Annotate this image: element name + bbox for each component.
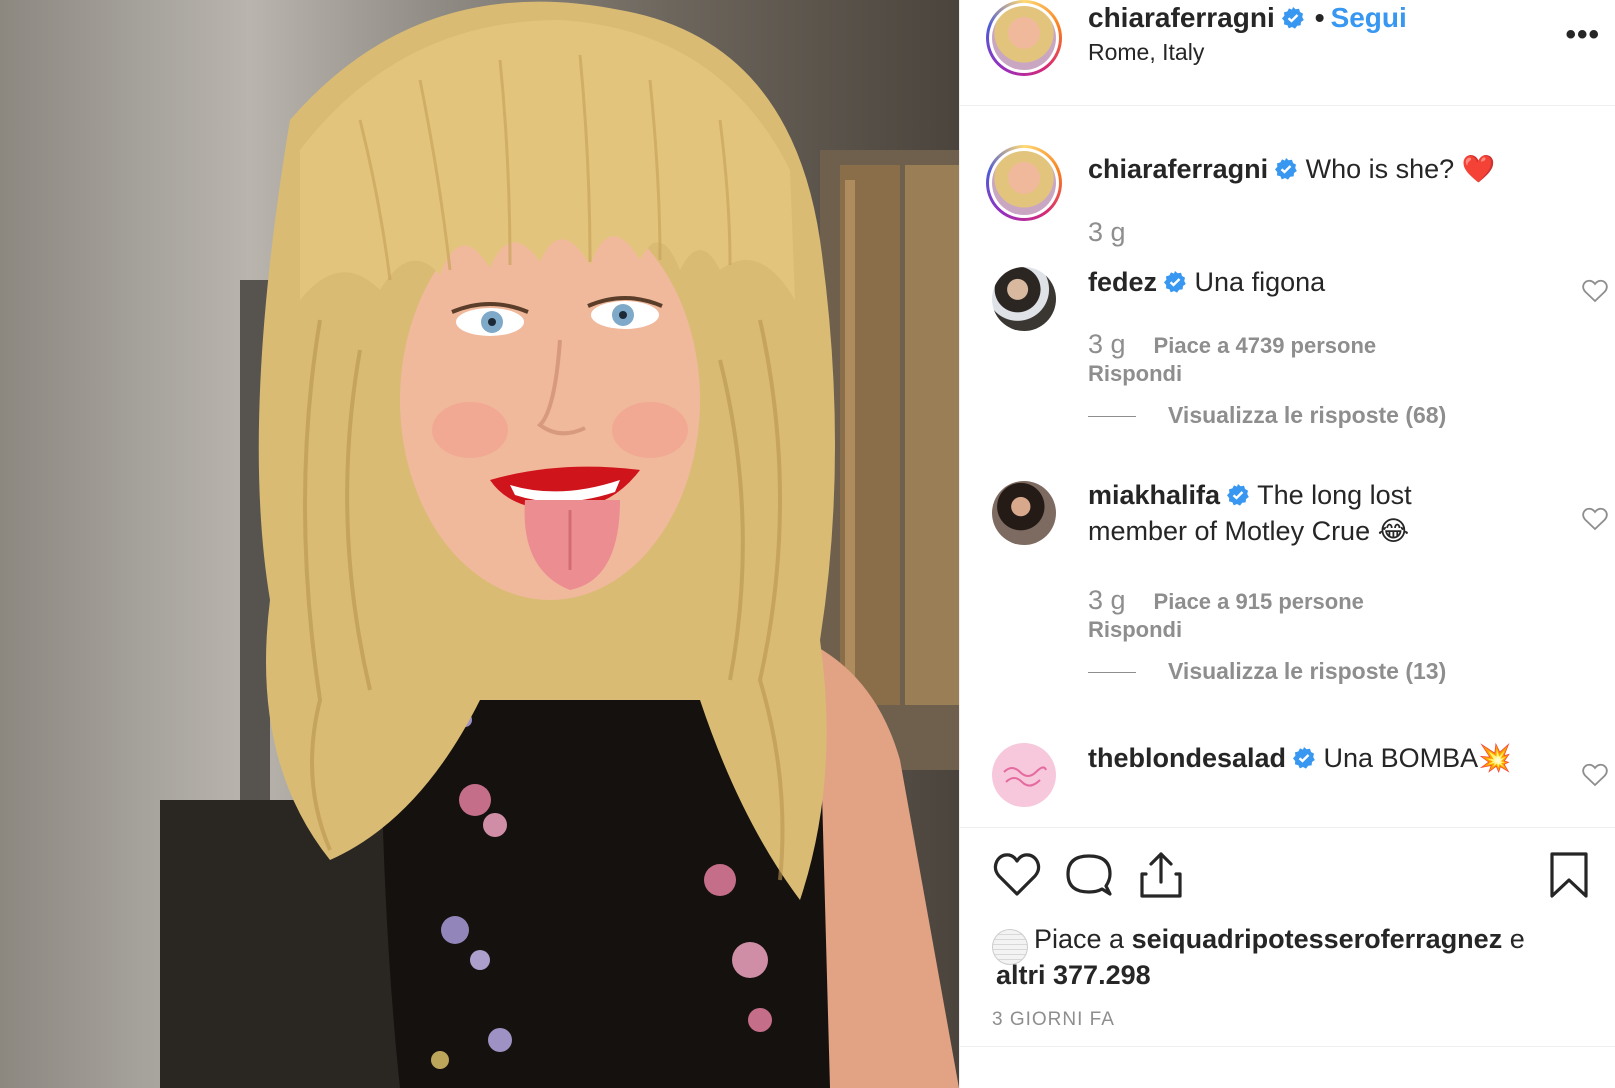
- comment-likes[interactable]: Piace a 4739 persone: [1154, 333, 1377, 358]
- like-comment-heart-icon[interactable]: [1582, 763, 1608, 787]
- heart-icon[interactable]: [992, 850, 1042, 900]
- caption-meta: 3 g: [1088, 217, 1154, 248]
- likes-prefix: Piace a: [1034, 924, 1125, 954]
- comment-time[interactable]: 3 g: [1088, 329, 1126, 359]
- reply-button[interactable]: Rispondi: [1088, 361, 1182, 387]
- verified-icon: [1293, 747, 1315, 769]
- follow-button[interactable]: Segui: [1331, 2, 1407, 33]
- likes-summary: Piace a seiquadripotesseroferragnez e al…: [992, 921, 1556, 993]
- view-replies-label: Visualizza le risposte (13): [1168, 658, 1447, 684]
- liker-username[interactable]: seiquadripotesseroferragnez: [1132, 924, 1503, 954]
- post-photo-illustration: [160, 1, 959, 1088]
- comment-body: Una BOMBA💥: [1323, 743, 1512, 773]
- post-date[interactable]: 3 GIORNI FA: [992, 1009, 1115, 1031]
- verified-icon: [1227, 484, 1249, 506]
- comment-body: Una figona: [1194, 267, 1326, 297]
- caption-username[interactable]: chiaraferragni: [1088, 154, 1268, 184]
- verified-icon: [1275, 158, 1297, 180]
- like-comment-heart-icon[interactable]: [1582, 507, 1608, 531]
- reply-button[interactable]: Rispondi: [1088, 617, 1182, 643]
- commenter-avatar[interactable]: [992, 481, 1056, 545]
- replies-divider: [1088, 672, 1136, 674]
- comment-likes[interactable]: Piace a 915 persone: [1154, 589, 1364, 614]
- caption-avatar[interactable]: [986, 145, 1062, 221]
- comment-text: theblondesalad Una BOMBA💥: [1088, 740, 1512, 776]
- caption-text: chiaraferragni Who is she? ❤️: [1088, 151, 1495, 187]
- verified-icon: [1281, 7, 1304, 29]
- view-replies-button[interactable]: Visualizza le risposte (13): [1088, 658, 1446, 685]
- likes-others-link[interactable]: altri 377.298: [996, 960, 1151, 990]
- like-comment-heart-icon[interactable]: [1582, 279, 1608, 303]
- comment-text: fedez Una figona: [1088, 264, 1325, 300]
- replies-divider: [1088, 416, 1136, 418]
- comments-list[interactable]: chiaraferragni Who is she? ❤️ 3 g fedez …: [960, 107, 1615, 827]
- comment-meta: 3 g Piace a 4739 persone: [1088, 329, 1376, 360]
- view-replies-button[interactable]: Visualizza le risposte (68): [1088, 402, 1446, 429]
- header-dot-separator: •: [1314, 2, 1325, 33]
- post-photo[interactable]: [0, 0, 959, 1088]
- post-location[interactable]: Rome, Italy: [1088, 39, 1204, 66]
- blonde-salad-logo-icon: [1003, 766, 1047, 787]
- likes-suffix: e: [1509, 924, 1525, 954]
- comment-icon[interactable]: [1064, 850, 1114, 900]
- commenter-avatar[interactable]: [992, 267, 1056, 331]
- author-username[interactable]: chiaraferragni: [1088, 2, 1275, 33]
- comment-text: miakhalifa The long lost member of Motle…: [1088, 477, 1448, 549]
- commenter-username[interactable]: fedez: [1088, 267, 1157, 297]
- liker-avatar[interactable]: [992, 929, 1028, 965]
- comment-meta: 3 g Piace a 915 persone: [1088, 585, 1364, 616]
- commenter-username[interactable]: miakhalifa: [1088, 480, 1220, 510]
- comment-time[interactable]: 3 g: [1088, 585, 1126, 615]
- commenter-avatar[interactable]: [992, 743, 1056, 807]
- verified-icon: [1164, 271, 1186, 293]
- post-actions: Piace a seiquadripotesseroferragnez e al…: [960, 827, 1615, 1088]
- caption-body: Who is she? ❤️: [1305, 154, 1496, 184]
- divider: [960, 1046, 1615, 1047]
- more-options-button[interactable]: •••: [1565, 18, 1600, 52]
- caption-time[interactable]: 3 g: [1088, 217, 1126, 247]
- author-avatar[interactable]: [986, 0, 1062, 76]
- commenter-username[interactable]: theblondesalad: [1088, 743, 1286, 773]
- post-detail-panel: chiaraferragni • Segui Rome, Italy ••• chi…: [959, 0, 1615, 1088]
- bookmark-icon[interactable]: [1544, 850, 1594, 900]
- view-replies-label: Visualizza le risposte (68): [1168, 402, 1447, 428]
- share-icon[interactable]: [1136, 850, 1186, 900]
- post-header: chiaraferragni • Segui Rome, Italy •••: [960, 0, 1615, 106]
